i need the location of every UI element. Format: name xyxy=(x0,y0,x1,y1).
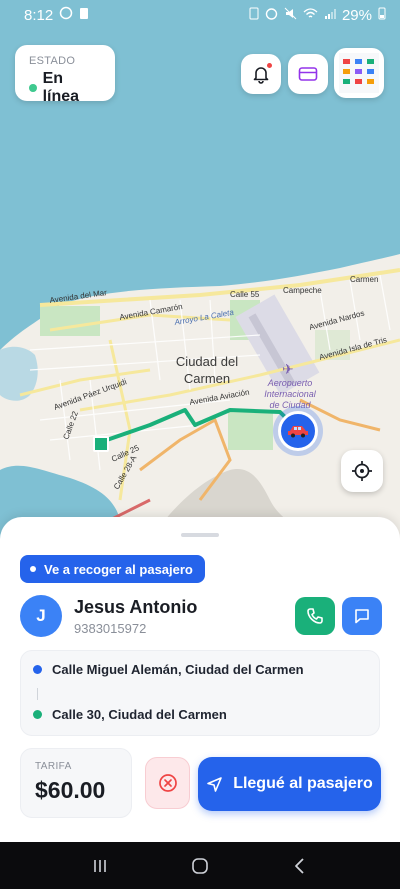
app-thumbnail-button[interactable] xyxy=(334,48,384,98)
status-label: ESTADO xyxy=(29,55,76,67)
pickup-address: Calle Miguel Alemán, Ciudad del Carmen xyxy=(52,662,304,677)
street-label: Calle 55 xyxy=(230,290,260,299)
home-icon[interactable] xyxy=(191,857,209,875)
notification-badge xyxy=(266,62,273,69)
battery-saver-icon xyxy=(249,6,259,24)
thumbnail-icon xyxy=(339,53,379,93)
status-bar: 8:12 29% xyxy=(0,0,400,30)
pickup-dot xyxy=(33,665,42,674)
route-card: Calle Miguel Alemán, Ciudad del Carmen C… xyxy=(20,650,380,736)
airport-label: de Ciudad xyxy=(269,400,311,410)
airplane-icon: ✈ xyxy=(282,361,294,377)
dropoff-dot xyxy=(33,710,42,719)
trip-status-text: Ve a recoger al pasajero xyxy=(44,561,193,577)
back-icon[interactable] xyxy=(291,857,309,875)
phone-icon xyxy=(307,608,323,624)
card-icon xyxy=(298,67,318,81)
locate-button[interactable] xyxy=(341,450,383,492)
pickup-row: Calle Miguel Alemán, Ciudad del Carmen xyxy=(33,662,304,677)
street-label: Campeche xyxy=(283,286,322,295)
trip-status-badge: Ve a recoger al pasajero xyxy=(20,555,205,583)
trip-sheet: Ve a recoger al pasajero J Jesus Antonio… xyxy=(0,517,400,842)
sheet-handle[interactable] xyxy=(181,533,219,537)
system-nav-bar xyxy=(0,842,400,889)
battery-level: 29% xyxy=(341,6,372,24)
recents-icon[interactable] xyxy=(91,857,109,875)
street-label: Carmen xyxy=(350,275,378,284)
notifications-button[interactable] xyxy=(241,54,281,94)
cancel-trip-button[interactable] xyxy=(145,757,190,809)
close-circle-icon xyxy=(158,774,177,792)
battery-icon xyxy=(378,6,386,24)
fare-value: $60.00 xyxy=(35,777,106,803)
alarm-icon xyxy=(265,7,278,24)
fare-card: TARIFA $60.00 xyxy=(20,748,132,818)
passenger-name: Jesus Antonio xyxy=(74,597,198,617)
city-label: Ciudad del xyxy=(176,354,238,369)
airport-label: Internacional xyxy=(264,389,317,399)
route-connector xyxy=(37,688,38,700)
car-marker[interactable] xyxy=(278,411,318,451)
status-dot xyxy=(30,566,36,572)
status-time: 8:12 xyxy=(24,6,54,24)
fare-label: TARIFA xyxy=(35,761,72,772)
passenger-avatar: J xyxy=(20,595,62,637)
clipboard-icon xyxy=(79,6,89,24)
call-button[interactable] xyxy=(295,597,335,635)
online-indicator xyxy=(29,84,37,92)
passenger-phone: 9383015972 xyxy=(74,621,147,636)
car-icon xyxy=(288,426,308,438)
crosshair-icon xyxy=(352,461,372,481)
dropoff-address: Calle 30, Ciudad del Carmen xyxy=(52,707,227,722)
wifi-icon xyxy=(303,7,318,24)
chat-icon xyxy=(355,609,369,624)
navigation-arrow-icon xyxy=(207,776,222,792)
signal-icon xyxy=(324,7,336,24)
arrived-button-label: Llegué al pasajero xyxy=(233,775,373,792)
dropoff-row: Calle 30, Ciudad del Carmen xyxy=(33,707,227,722)
city-label: Carmen xyxy=(184,371,230,386)
message-button[interactable] xyxy=(342,597,382,635)
arrived-button[interactable]: Llegué al pasajero xyxy=(198,757,381,811)
status-card: ESTADO En línea xyxy=(15,45,115,105)
mute-icon xyxy=(284,7,297,24)
airport-label: Aeropuerto xyxy=(267,378,313,388)
payment-button[interactable] xyxy=(288,54,328,94)
status-value: En línea xyxy=(42,70,80,105)
pickup-marker[interactable] xyxy=(93,436,109,452)
whatsapp-icon xyxy=(59,6,73,24)
